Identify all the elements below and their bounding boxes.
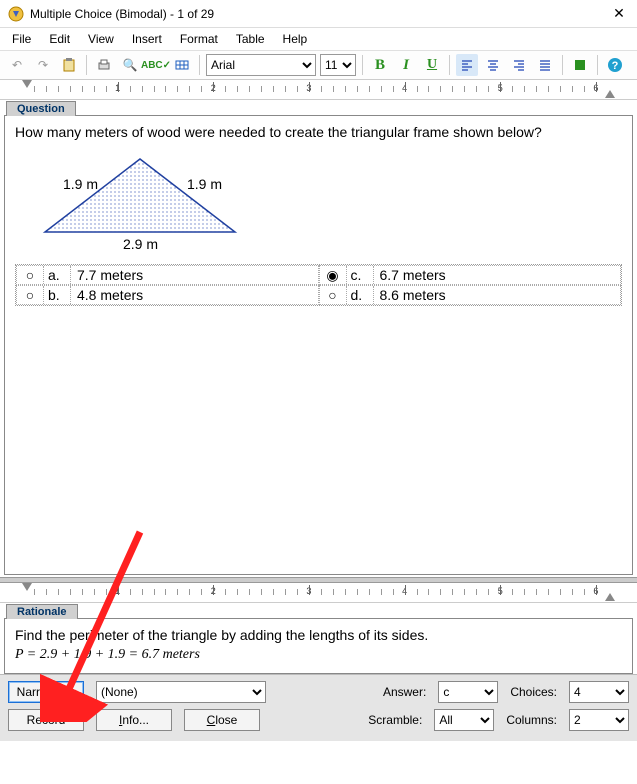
ruler-bottom: 123456 (0, 583, 637, 603)
rationale-equation: P = 2.9 + 1.9 + 1.9 = 6.7 meters (15, 647, 622, 663)
radio-b-icon[interactable]: ○ (17, 287, 43, 303)
menu-format[interactable]: Format (172, 30, 226, 48)
underline-icon[interactable]: U (421, 54, 443, 76)
triangle-right-label: 1.9 m (187, 176, 222, 192)
help-icon[interactable]: ? (604, 54, 626, 76)
choice-d[interactable]: ○ d. 8.6 meters (319, 285, 622, 305)
menu-insert[interactable]: Insert (124, 30, 170, 48)
color-icon[interactable] (569, 54, 591, 76)
choice-c-label: c. (346, 266, 374, 284)
question-tab: Question (6, 101, 76, 116)
narrative-button[interactable]: Narrative... (8, 681, 84, 703)
grid-icon[interactable] (171, 54, 193, 76)
menu-view[interactable]: View (80, 30, 122, 48)
scramble-label: Scramble: (368, 713, 422, 727)
choice-b[interactable]: ○ b. 4.8 meters (16, 285, 319, 305)
narrative-select[interactable]: (None) (96, 681, 266, 703)
bold-icon[interactable]: B (369, 54, 391, 76)
triangle-left-label: 1.9 m (63, 176, 98, 192)
ruler-top: /* marks added below */ 123456 (0, 80, 637, 100)
close-icon[interactable]: ✕ (609, 4, 629, 24)
choice-c[interactable]: ◉ c. 6.7 meters (319, 265, 622, 285)
question-body[interactable]: How many meters of wood were needed to c… (4, 115, 633, 575)
columns-select[interactable]: 2 (569, 709, 629, 731)
bottom-panel: Narrative... (None) Answer: c Choices: 4… (0, 674, 637, 741)
answer-grid: ○ a. 7.7 meters ◉ c. 6.7 meters ○ b. 4.8… (15, 264, 622, 306)
radio-a-icon[interactable]: ○ (17, 267, 43, 283)
font-select[interactable]: Arial (206, 54, 316, 76)
record-button[interactable]: Record (8, 709, 84, 731)
choices-label: Choices: (510, 685, 557, 699)
spellcheck-icon[interactable]: ABC✓ (145, 54, 167, 76)
rationale-tab: Rationale (6, 604, 78, 619)
choice-b-label: b. (43, 286, 71, 304)
undo-icon[interactable]: ↶ (6, 54, 28, 76)
titlebar: Multiple Choice (Bimodal) - 1 of 29 ✕ (0, 0, 637, 28)
info-button[interactable]: Info... (96, 709, 172, 731)
choice-a[interactable]: ○ a. 7.7 meters (16, 265, 319, 285)
columns-label: Columns: (506, 713, 557, 727)
radio-c-icon[interactable]: ◉ (320, 267, 346, 284)
choice-a-label: a. (43, 266, 71, 284)
paste-icon[interactable] (58, 54, 80, 76)
choice-d-text: 8.6 meters (374, 286, 621, 304)
answer-select[interactable]: c (438, 681, 498, 703)
close-button[interactable]: Close (184, 709, 260, 731)
menu-help[interactable]: Help (275, 30, 316, 48)
choice-c-text: 6.7 meters (374, 266, 621, 284)
size-select[interactable]: 11 (320, 54, 356, 76)
app-icon (8, 6, 24, 22)
window-title: Multiple Choice (Bimodal) - 1 of 29 (30, 7, 609, 21)
print-icon[interactable] (93, 54, 115, 76)
triangle-base-label: 2.9 m (123, 236, 158, 252)
choice-b-text: 4.8 meters (71, 286, 318, 304)
choice-d-label: d. (346, 286, 374, 304)
align-right-icon[interactable] (508, 54, 530, 76)
menubar: File Edit View Insert Format Table Help (0, 28, 637, 50)
rationale-section: Rationale Find the perimeter of the tria… (0, 603, 637, 674)
align-justify-icon[interactable] (534, 54, 556, 76)
rationale-line1: Find the perimeter of the triangle by ad… (15, 627, 622, 643)
menu-edit[interactable]: Edit (41, 30, 78, 48)
triangle-figure: 1.9 m 1.9 m 2.9 m (25, 154, 255, 254)
scramble-select[interactable]: All (434, 709, 494, 731)
align-center-icon[interactable] (482, 54, 504, 76)
answer-label: Answer: (383, 685, 426, 699)
choices-select[interactable]: 4 (569, 681, 629, 703)
menu-table[interactable]: Table (228, 30, 273, 48)
menu-file[interactable]: File (4, 30, 39, 48)
italic-icon[interactable]: I (395, 54, 417, 76)
svg-text:?: ? (612, 60, 619, 72)
search-icon[interactable]: 🔍 (119, 54, 141, 76)
question-text: How many meters of wood were needed to c… (15, 124, 622, 140)
choice-a-text: 7.7 meters (71, 266, 318, 284)
radio-d-icon[interactable]: ○ (320, 287, 346, 303)
question-section: Question How many meters of wood were ne… (0, 100, 637, 575)
rationale-body[interactable]: Find the perimeter of the triangle by ad… (4, 618, 633, 674)
align-left-icon[interactable] (456, 54, 478, 76)
toolbar: ↶ ↷ 🔍 ABC✓ Arial 11 B I U ? (0, 50, 637, 80)
redo-icon[interactable]: ↷ (32, 54, 54, 76)
